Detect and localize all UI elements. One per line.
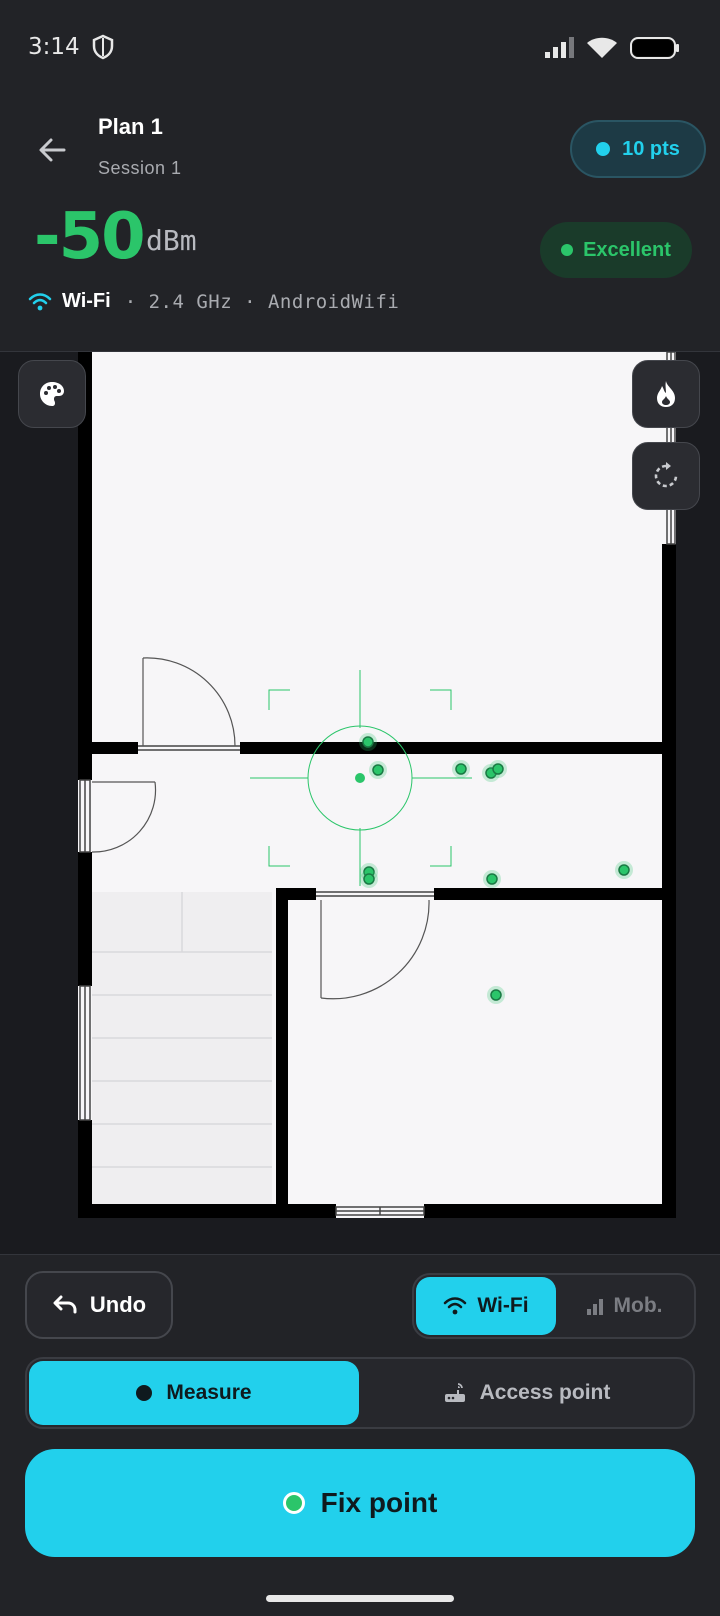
network-toggle: Wi-Fi Mob.: [412, 1273, 696, 1339]
undo-button[interactable]: Undo: [25, 1271, 173, 1339]
points-dot-icon: [596, 142, 611, 156]
signal-quality-label: Excellent: [583, 238, 671, 261]
plan-title: Plan 1: [98, 114, 163, 139]
network-info-row: Wi-Fi · 2.4 GHz · AndroidWifi: [28, 290, 399, 313]
control-panel: Undo Wi-Fi Mob. Measure Access point Fix…: [0, 1254, 720, 1616]
flame-icon: [657, 381, 675, 407]
palette-icon: [40, 382, 64, 406]
signal-strength-unit: dBm: [146, 224, 197, 257]
fix-point-label: Fix point: [320, 1487, 438, 1518]
points-count-badge[interactable]: 10 pts: [570, 120, 706, 178]
network-type: Wi-Fi: [62, 290, 111, 312]
tab-access-point[interactable]: Access point: [361, 1361, 693, 1425]
tab-access-point-label: Access point: [479, 1381, 611, 1404]
quality-dot-icon: [561, 244, 574, 256]
rotate-icon: [654, 462, 678, 488]
battery-icon: [630, 37, 679, 59]
tab-wifi-label: Wi-Fi: [477, 1294, 529, 1317]
back-arrow-icon[interactable]: [34, 132, 70, 168]
tab-mobile-label: Mob.: [613, 1294, 663, 1317]
wifi-icon: [587, 37, 617, 58]
status-time: 3:14: [28, 34, 80, 60]
palette-button[interactable]: [18, 360, 86, 428]
tab-measure[interactable]: Measure: [29, 1361, 359, 1425]
undo-label: Undo: [89, 1292, 147, 1317]
fix-point-dot-icon: [282, 1492, 305, 1514]
session-subtitle: Session 1: [98, 158, 182, 178]
tab-measure-label: Measure: [166, 1381, 252, 1404]
home-indicator[interactable]: [266, 1595, 454, 1602]
wifi-icon: [444, 1297, 467, 1315]
undo-icon: [53, 1295, 77, 1314]
wifi-icon: [28, 292, 52, 310]
tab-mobile[interactable]: Mob.: [556, 1277, 692, 1335]
floor-plan-map[interactable]: [0, 352, 720, 1254]
cell-signal-icon: [586, 1299, 603, 1315]
fix-point-button[interactable]: Fix point: [25, 1449, 695, 1557]
floor-plan[interactable]: [0, 352, 720, 1254]
signal-quality-badge: Excellent: [540, 222, 692, 278]
measure-dot-icon: [136, 1385, 153, 1401]
rotate-button[interactable]: [632, 442, 700, 510]
network-details: · 2.4 GHz · AndroidWifi: [124, 290, 400, 313]
signal-strength-value: -50: [34, 200, 146, 274]
tab-wifi[interactable]: Wi-Fi: [416, 1277, 556, 1335]
heatmap-button[interactable]: [632, 360, 700, 428]
router-icon: [444, 1383, 465, 1402]
crosshair-center: [355, 773, 365, 783]
cell-signal-icon: [545, 37, 574, 58]
points-count-label: 10 pts: [622, 137, 680, 160]
status-bar: 3:14: [0, 0, 720, 96]
mode-toggle: Measure Access point: [25, 1357, 695, 1429]
session-header: Plan 1 Session 1 10 pts -50 dBm Excellen…: [0, 96, 720, 352]
shield-icon: [92, 34, 114, 60]
